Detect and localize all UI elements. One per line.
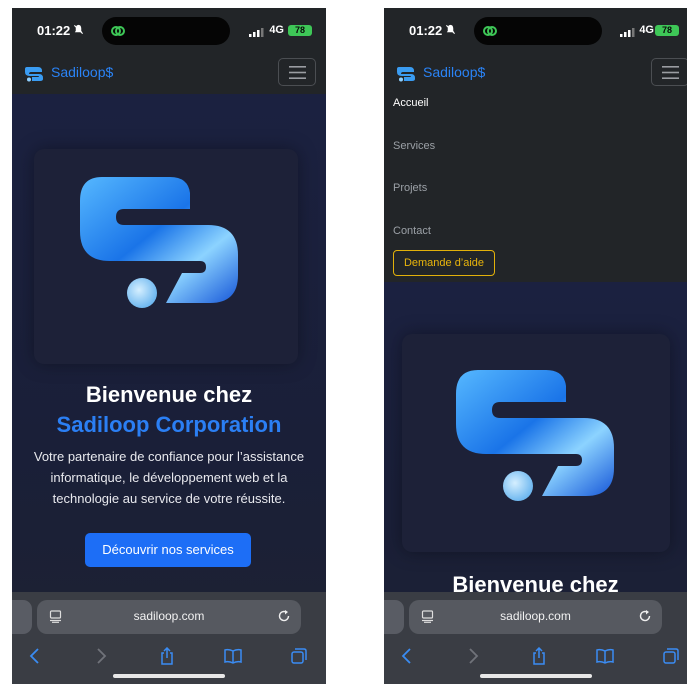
- previous-tab-preview[interactable]: [384, 600, 404, 634]
- nav-item-contact[interactable]: Contact: [393, 225, 431, 237]
- status-bar: 01:22 4G 78: [12, 8, 326, 54]
- share-icon[interactable]: [158, 647, 176, 665]
- dynamic-island: [474, 17, 602, 45]
- status-bar: 01:22 4G 78: [384, 8, 687, 54]
- bookmarks-icon[interactable]: [224, 647, 242, 665]
- forward-icon[interactable]: [92, 647, 110, 665]
- home-indicator: [479, 674, 592, 678]
- silent-bell-icon: [73, 24, 84, 35]
- brand-name[interactable]: Sadiloop$: [51, 64, 113, 80]
- network-label: 4G: [269, 24, 284, 36]
- battery-indicator: 78: [288, 25, 312, 36]
- back-icon[interactable]: [26, 647, 44, 665]
- sadiloop-logo-icon: [80, 177, 238, 308]
- logo-card: [34, 149, 298, 364]
- url-text: sadiloop.com: [500, 609, 571, 623]
- tabs-icon[interactable]: [290, 647, 308, 665]
- phone-screen-menu-open: 01:22 4G 78 Sadiloop$ Accueil Services P…: [384, 8, 687, 684]
- previous-tab-preview[interactable]: [12, 600, 32, 634]
- hero-title: Bienvenue chez: [85, 382, 253, 407]
- battery-indicator: 78: [655, 25, 679, 36]
- navbar: Sadiloop$: [12, 54, 326, 94]
- sadiloop-logo-icon: [456, 370, 614, 501]
- menu-toggle-button[interactable]: [651, 58, 687, 86]
- brand-logo-icon: [397, 67, 415, 82]
- navbar: Sadiloop$: [384, 54, 687, 94]
- home-indicator: [113, 674, 225, 678]
- status-time: 01:22: [37, 23, 71, 38]
- link-icon: [111, 26, 125, 36]
- status-time: 01:22: [409, 23, 443, 38]
- nav-item-projets[interactable]: Projets: [393, 182, 427, 194]
- hamburger-icon: [662, 66, 679, 79]
- menu-toggle-button[interactable]: [278, 58, 316, 86]
- share-icon[interactable]: [530, 647, 548, 665]
- url-text: sadiloop.com: [133, 609, 205, 623]
- reload-icon[interactable]: [277, 609, 291, 623]
- signal-icon: [620, 28, 635, 37]
- nav-dropdown-menu: Accueil Services Projets Contact Demande…: [384, 94, 687, 282]
- reload-icon[interactable]: [638, 609, 652, 623]
- tabs-icon[interactable]: [662, 647, 680, 665]
- forward-icon[interactable]: [464, 647, 482, 665]
- network-label: 4G: [639, 24, 654, 36]
- brand-name[interactable]: Sadiloop$: [423, 64, 485, 80]
- signal-icon: [249, 28, 264, 37]
- discover-services-button[interactable]: Découvrir nos services: [85, 533, 251, 567]
- address-bar[interactable]: sadiloop.com: [37, 600, 301, 634]
- hero-brand-title: Sadiloop Corporation: [56, 412, 282, 437]
- browser-toolbar: sadiloop.com: [384, 592, 687, 684]
- back-icon[interactable]: [398, 647, 416, 665]
- brand-logo-icon: [25, 67, 43, 82]
- hero-lead: Votre partenaire de confiance pour l’ass…: [33, 449, 305, 506]
- browser-toolbar: sadiloop.com: [12, 592, 326, 684]
- silent-bell-icon: [445, 24, 456, 35]
- address-bar[interactable]: sadiloop.com: [409, 600, 662, 634]
- link-icon: [483, 26, 497, 36]
- phone-screen-home: 01:22 4G 78 Sadiloop$ Bienvenue chez Sad…: [12, 8, 326, 684]
- logo-card: [402, 334, 670, 552]
- hamburger-icon: [289, 66, 306, 79]
- bookmarks-icon[interactable]: [596, 647, 614, 665]
- nav-item-services[interactable]: Services: [393, 140, 435, 152]
- nav-item-accueil[interactable]: Accueil: [393, 97, 428, 109]
- dynamic-island: [102, 17, 230, 45]
- help-request-button[interactable]: Demande d’aide: [393, 250, 495, 276]
